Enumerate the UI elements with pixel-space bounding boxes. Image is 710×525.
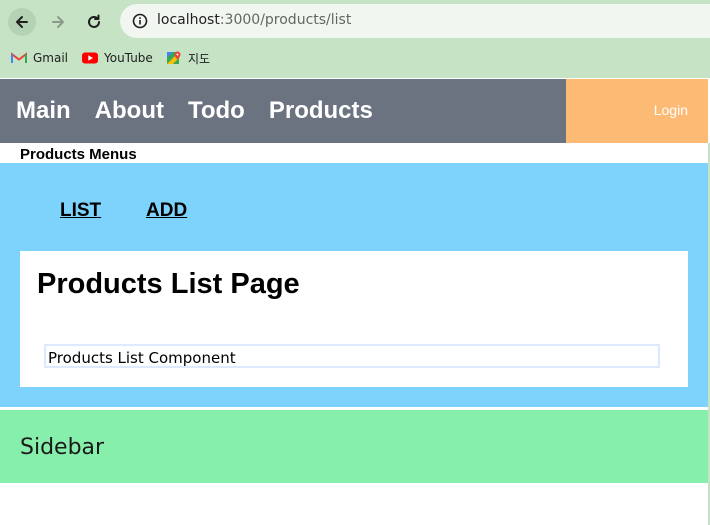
browser-toolbar: localhost:3000/products/list <box>0 0 710 42</box>
app-header: Main About Todo Products Login <box>0 79 708 143</box>
bookmark-label: 지도 <box>188 51 211 66</box>
youtube-icon <box>82 52 98 64</box>
bookmark-gmail[interactable]: Gmail <box>11 48 68 68</box>
forward-button[interactable] <box>44 8 72 36</box>
maps-icon <box>167 51 181 64</box>
login-area[interactable]: Login <box>566 79 708 143</box>
menu-todo[interactable]: Todo <box>188 97 245 125</box>
products-menus-title: Products Menus <box>20 146 137 163</box>
info-icon <box>132 13 148 29</box>
bookmark-youtube[interactable]: YouTube <box>82 48 153 68</box>
products-list-component: Products List Component <box>44 344 660 368</box>
browser-chrome: localhost:3000/products/list Gmail YouTu… <box>0 0 710 78</box>
url-path: :3000/products/list <box>219 12 352 28</box>
page-title: Products List Page <box>37 268 300 300</box>
bookmark-maps[interactable]: 지도 <box>166 48 210 68</box>
menu-products[interactable]: Products <box>269 97 373 125</box>
reload-button[interactable] <box>80 8 108 36</box>
main-menu: Main About Todo Products <box>0 79 381 143</box>
add-link[interactable]: ADD <box>146 200 187 222</box>
component-label: Products List Component <box>48 349 236 367</box>
reload-icon <box>88 14 100 28</box>
arrow-right-icon <box>52 16 64 28</box>
arrow-left-icon <box>16 16 28 28</box>
menu-about[interactable]: About <box>95 97 164 125</box>
bookmark-label: YouTube <box>104 51 153 65</box>
menu-main[interactable]: Main <box>16 97 71 125</box>
sidebar: Sidebar <box>0 410 708 483</box>
url-text: localhost:3000/products/list <box>157 12 351 28</box>
bookmark-label: Gmail <box>33 51 69 65</box>
gmail-icon <box>11 52 27 63</box>
sidebar-label: Sidebar <box>20 435 105 460</box>
back-button[interactable] <box>8 8 36 36</box>
content-card: Products List Page Products List Compone… <box>20 251 688 387</box>
bookmarks-bar: Gmail YouTube 지도 <box>0 44 710 70</box>
products-content-area: LIST ADD Products List Page Products Lis… <box>0 163 708 407</box>
url-host: localhost <box>157 12 220 28</box>
site-info-button[interactable] <box>126 7 154 35</box>
list-link[interactable]: LIST <box>60 200 101 222</box>
address-bar[interactable]: localhost:3000/products/list <box>120 4 710 38</box>
login-link[interactable]: Login <box>654 102 688 118</box>
